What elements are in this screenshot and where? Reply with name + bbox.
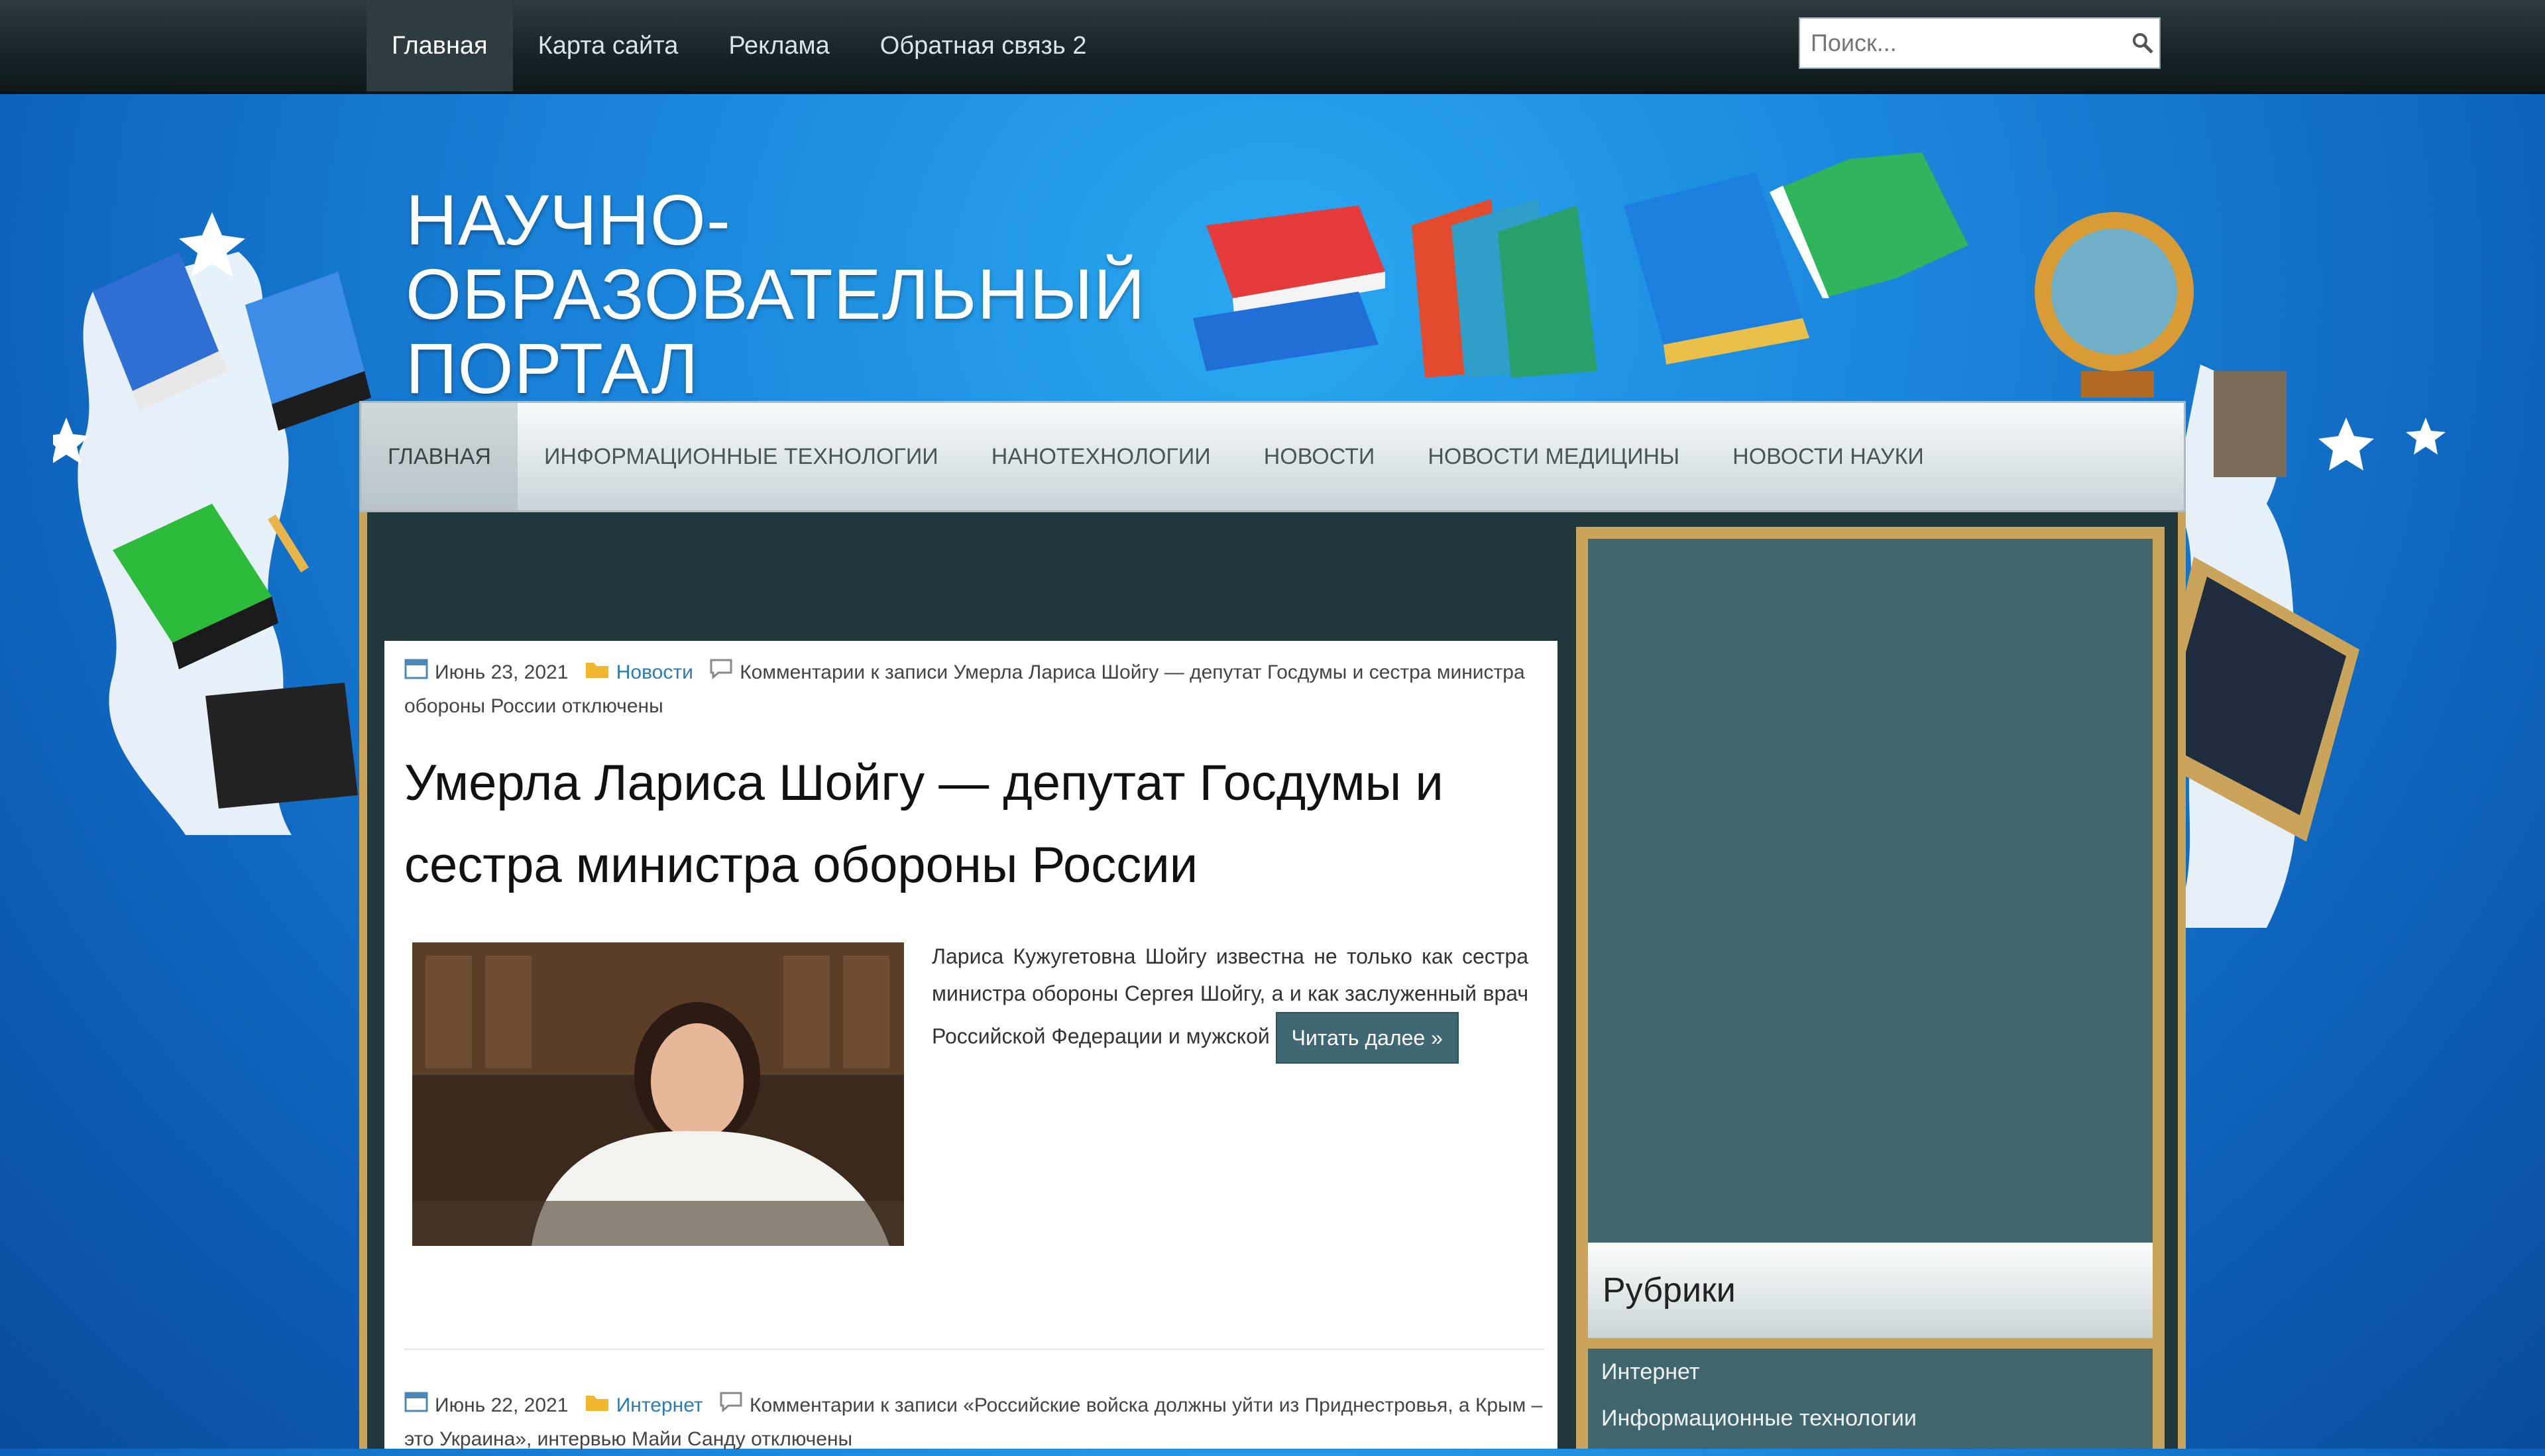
topnav-item-sitemap[interactable]: Карта сайта [513,0,704,91]
comment-icon [709,657,733,690]
sidebar-category-it[interactable]: Информационные технологии [1588,1395,2153,1441]
folder-icon [585,1390,610,1423]
sidebar: Рубрики Интернет Информационные технолог… [1576,527,2165,1449]
mainnav-item-news[interactable]: НОВОСТИ [1237,403,1402,510]
post-meta: Июнь 22, 2021 Интернет Комментарии к зап… [404,1389,1544,1456]
mainnav-item-medicine-news[interactable]: НОВОСТИ МЕДИЦИНЫ [1401,403,1706,510]
topnav-item-feedback[interactable]: Обратная связь 2 [855,0,1112,91]
folder-icon [585,657,610,690]
post-divider [404,1349,1544,1350]
mainnav-item-it[interactable]: ИНФОРМАЦИОННЫЕ ТЕХНОЛОГИИ [518,403,965,510]
top-bar: Главная Карта сайта Реклама Обратная свя… [0,0,2545,94]
read-more-button[interactable]: Читать далее » [1275,1012,1459,1064]
calendar-icon [404,1390,428,1423]
post-date: Июнь 22, 2021 [435,1394,569,1416]
comment-icon [719,1390,743,1423]
books-illustration [1193,152,1968,378]
mainnav-item-nanotech[interactable]: НАНОТЕХНОЛОГИИ [965,403,1237,510]
sidebar-widget-panel [1588,539,2153,1243]
post-title[interactable]: Умерла Лариса Шойгу — депутат Госдумы и … [404,742,1544,907]
sidebar-category-internet[interactable]: Интернет [1588,1349,2153,1395]
top-navigation: Главная Карта сайта Реклама Обратная свя… [367,0,1111,91]
mainnav-item-home[interactable]: ГЛАВНАЯ [361,403,518,510]
post-category-link[interactable]: Интернет [616,1394,703,1416]
post-date: Июнь 23, 2021 [435,661,569,683]
mainnav-item-science-news[interactable]: НОВОСТИ НАУКИ [1706,403,1951,510]
topnav-item-advertising[interactable]: Реклама [703,0,854,91]
main-navigation: ГЛАВНАЯ ИНФОРМАЦИОННЫЕ ТЕХНОЛОГИИ НАНОТЕ… [359,401,2186,512]
post-excerpt: Лариса Кужугетовна Шойгу известна не тол… [932,938,1528,1064]
sidebar-heading-categories: Рубрики [1588,1243,2153,1338]
calendar-icon [404,657,428,690]
post-comments-status: Комментарии к записи Умерла Лариса Шойгу… [404,661,1525,718]
school-supplies-illustration-left [53,212,371,835]
search-input[interactable] [1800,20,2126,66]
site-title[interactable]: НАУЧНО-ОБРАЗОВАТЕЛЬНЫЙ ПОРТАЛ [406,183,1201,406]
sidebar-category-list: Интернет Информационные технологии [1588,1349,2153,1449]
post-list: Июнь 23, 2021 Новости Комментарии к запи… [384,641,1557,1450]
post-thumbnail-image[interactable] [412,942,904,1246]
magnifier-icon[interactable] [2126,20,2159,66]
post-meta: Июнь 23, 2021 Новости Комментарии к запи… [404,656,1544,723]
post-category-link[interactable]: Новости [616,661,693,683]
post-comments-status: Комментарии к записи «Российские войска … [404,1394,1543,1451]
topnav-item-home[interactable]: Главная [367,0,513,91]
search-box [1799,17,2161,69]
